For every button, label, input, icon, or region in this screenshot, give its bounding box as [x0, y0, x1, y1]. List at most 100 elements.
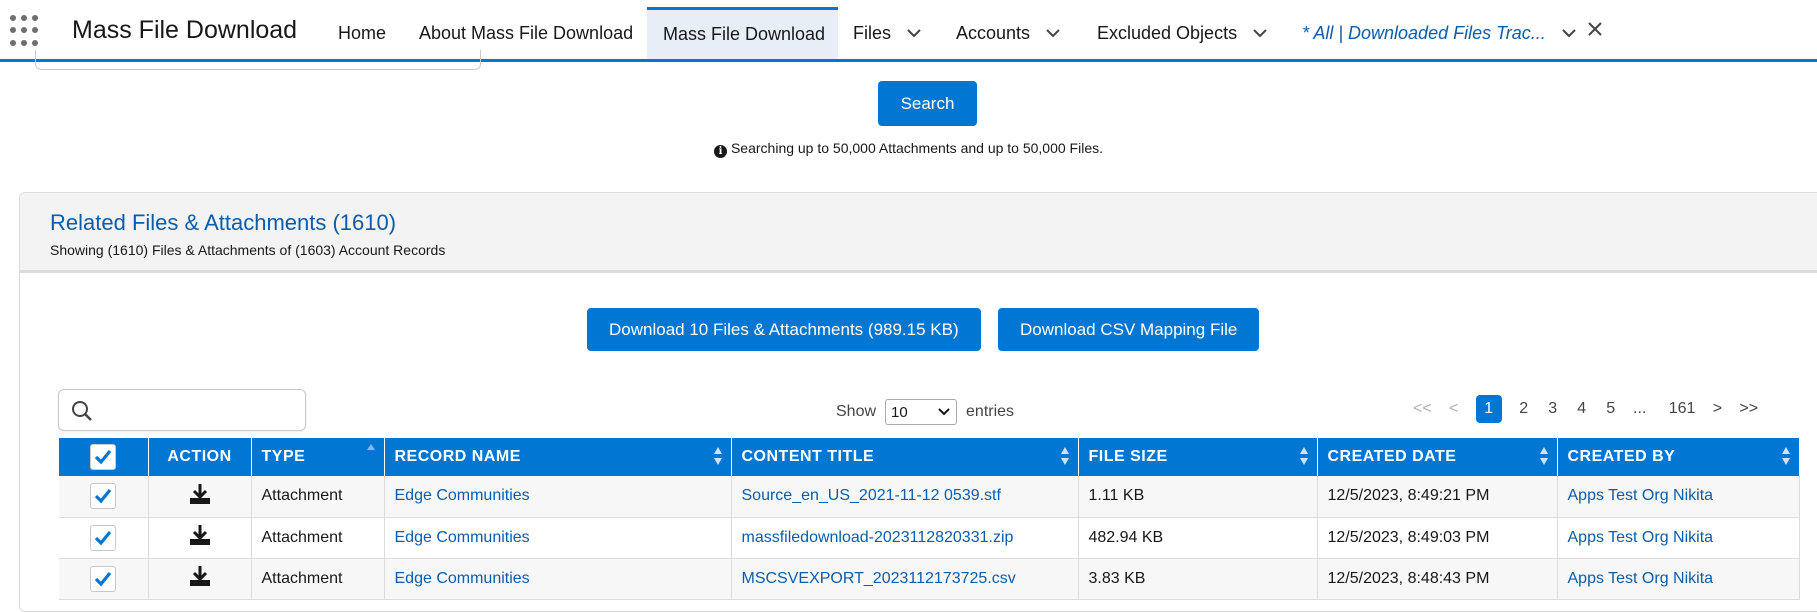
chevron-down-icon: [938, 408, 950, 416]
select-all-header: [59, 438, 149, 476]
file-size-cell: 3.83 KB: [1078, 558, 1318, 600]
nav-item-files[interactable]: Files: [853, 7, 923, 59]
nav-item-label: Files: [853, 22, 892, 43]
chevron-down-icon[interactable]: [905, 24, 923, 42]
nav-item-label: Excluded Objects: [1097, 22, 1238, 43]
table-row: Attachment Edge Communities Source_en_US…: [59, 476, 1800, 518]
pagination-page-1[interactable]: 1: [1475, 395, 1502, 423]
record-name-link[interactable]: Edge Communities: [395, 570, 530, 587]
created-by-link[interactable]: Apps Test Org Nikita: [1568, 529, 1714, 546]
card-title: Related Files & Attachments (1610): [50, 210, 397, 235]
nav-item-downloaded-files-tracker[interactable]: * All | Downloaded Files Trac...: [1302, 7, 1578, 59]
column-header-content-title[interactable]: CONTENT TITLE: [731, 438, 1079, 476]
pagination-last-page[interactable]: 161: [1669, 400, 1696, 418]
pagination-page-3[interactable]: 3: [1546, 400, 1560, 418]
row-select-cell: [59, 517, 149, 559]
pagination-ellipsis: ...: [1633, 400, 1647, 417]
pagination: << < 1 2 3 4 5 ... 161 > >>: [1413, 395, 1773, 423]
type-cell: Attachment: [251, 517, 385, 559]
card-subtitle: Showing (1610) Files & Attachments of (1…: [50, 242, 446, 258]
column-header-label: TYPE: [261, 448, 306, 465]
download-icon[interactable]: [148, 476, 252, 518]
content-title-link[interactable]: MSCSVEXPORT_2023112173725.csv: [742, 570, 1016, 587]
nav-item-accounts[interactable]: Accounts: [956, 7, 1062, 59]
column-header-created-date[interactable]: CREATED DATE: [1317, 438, 1558, 476]
card-header: Related Files & Attachments (1610) Showi…: [20, 193, 1817, 273]
sort-icon: [1539, 447, 1548, 465]
column-header-created-by[interactable]: CREATED BY: [1557, 438, 1800, 476]
created-by-link[interactable]: Apps Test Org Nikita: [1568, 487, 1714, 504]
show-entries-control: Show 10 entries: [836, 399, 1014, 425]
entries-label: entries: [966, 403, 1015, 420]
sort-icon: [1299, 447, 1308, 465]
type-cell: Attachment: [251, 558, 385, 600]
column-header-label: CONTENT TITLE: [741, 448, 875, 465]
pagination-page-4[interactable]: 4: [1575, 400, 1589, 418]
nav-item-excluded-objects[interactable]: Excluded Objects: [1097, 7, 1269, 59]
entries-select[interactable]: 10: [885, 399, 958, 425]
row-checkbox[interactable]: [90, 524, 117, 551]
pagination-next[interactable]: >: [1710, 400, 1724, 418]
column-header-file-size[interactable]: FILE SIZE: [1078, 438, 1318, 476]
nav-item-label: Accounts: [956, 22, 1031, 43]
content-title-link[interactable]: massfiledownload-2023112820331.zip: [742, 529, 1014, 546]
created-date-cell: 12/5/2023, 8:49:21 PM: [1317, 476, 1558, 518]
search-criteria-field[interactable]: [35, 50, 481, 70]
select-all-checkbox[interactable]: [90, 444, 117, 470]
files-table: ACTION TYPE RECORD NAME CONTENT TITLE FI…: [59, 438, 1800, 600]
nav-item-label: About Mass File Download: [419, 22, 634, 43]
info-icon: i: [713, 145, 727, 158]
pagination-page-5[interactable]: 5: [1604, 400, 1618, 418]
column-header-label: CREATED DATE: [1327, 448, 1457, 465]
sort-icon: [1781, 447, 1790, 465]
created-date-cell: 12/5/2023, 8:48:43 PM: [1317, 558, 1558, 600]
table-row: Attachment Edge Communities MSCSVEXPORT_…: [59, 558, 1800, 600]
column-header-label: CREATED BY: [1567, 448, 1676, 465]
download-icon[interactable]: [148, 517, 252, 559]
record-name-link[interactable]: Edge Communities: [395, 487, 530, 504]
row-checkbox[interactable]: [90, 565, 117, 592]
chevron-down-icon[interactable]: [1251, 24, 1269, 42]
app-name: Mass File Download: [72, 16, 298, 44]
content-title-link[interactable]: Source_en_US_2021-11-12 0539.stf: [742, 487, 1001, 504]
chevron-down-icon[interactable]: [1044, 24, 1062, 42]
search-info-text: Searching up to 50,000 Attachments and u…: [730, 140, 1104, 156]
created-by-link[interactable]: Apps Test Org Nikita: [1568, 570, 1714, 587]
record-name-link[interactable]: Edge Communities: [395, 529, 530, 546]
sort-icon: [1060, 447, 1069, 465]
sort-icon: [713, 447, 722, 465]
download-files-button[interactable]: Download 10 Files & Attachments (989.15 …: [587, 308, 981, 351]
nav-item-mass-file-download[interactable]: Mass File Download: [647, 7, 838, 59]
row-select-cell: [59, 558, 149, 600]
column-header-label: RECORD NAME: [394, 448, 521, 465]
search-icon: [71, 400, 93, 427]
column-header-type[interactable]: TYPE: [251, 438, 385, 476]
file-size-cell: 1.11 KB: [1078, 476, 1318, 518]
column-header-label: FILE SIZE: [1088, 448, 1168, 465]
show-label: Show: [836, 403, 877, 420]
search-info: i Searching up to 50,000 Attachments and …: [0, 140, 1817, 158]
file-size-cell: 482.94 KB: [1078, 517, 1318, 559]
pagination-last[interactable]: >>: [1739, 400, 1758, 418]
pagination-page-2[interactable]: 2: [1517, 400, 1531, 418]
results-card: Related Files & Attachments (1610) Showi…: [19, 192, 1817, 612]
app-launcher-icon[interactable]: [10, 15, 42, 47]
column-header-record-name[interactable]: RECORD NAME: [384, 438, 732, 476]
search-button[interactable]: Search: [878, 81, 977, 126]
download-csv-button[interactable]: Download CSV Mapping File: [998, 308, 1260, 351]
created-date-cell: 12/5/2023, 8:49:03 PM: [1317, 517, 1558, 559]
pagination-prev[interactable]: <: [1447, 400, 1461, 418]
nav-item-label: * All | Downloaded Files Trac...: [1302, 22, 1546, 43]
table-search-input[interactable]: [58, 389, 306, 431]
download-icon[interactable]: [148, 558, 252, 600]
type-cell: Attachment: [251, 476, 385, 518]
table-header-row: ACTION TYPE RECORD NAME CONTENT TITLE FI…: [59, 438, 1800, 476]
pagination-first[interactable]: <<: [1413, 400, 1432, 418]
chevron-down-icon[interactable]: [1560, 24, 1578, 42]
close-tab-icon[interactable]: [1586, 20, 1604, 38]
column-header-action: ACTION: [148, 438, 252, 476]
row-checkbox[interactable]: [90, 483, 117, 510]
sort-ascending-icon: [366, 444, 375, 450]
nav-item-label: Mass File Download: [663, 24, 826, 44]
nav-item-label: Home: [338, 22, 387, 43]
